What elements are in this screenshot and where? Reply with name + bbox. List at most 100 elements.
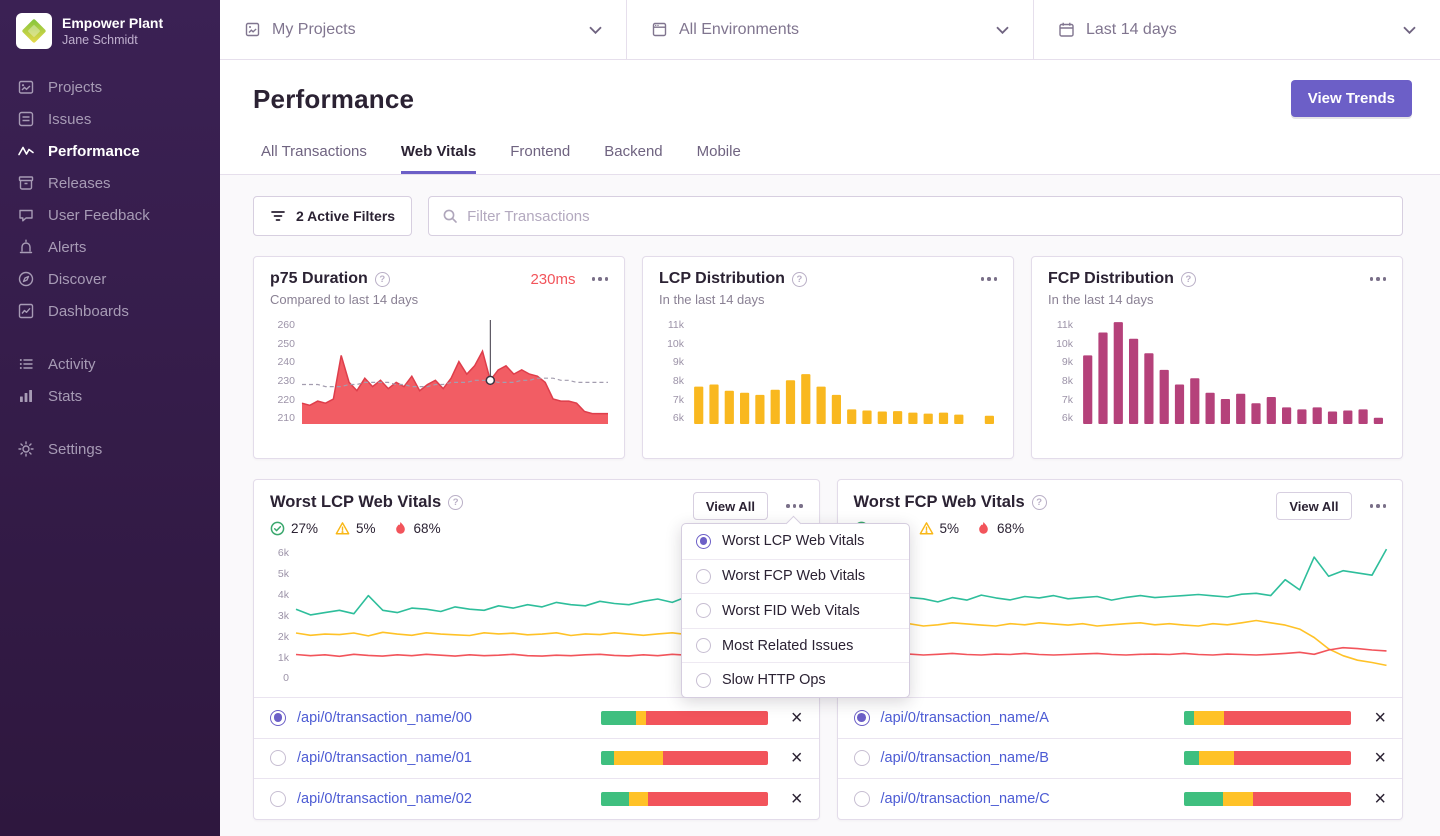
filter-icon	[270, 208, 286, 224]
stats-icon	[17, 387, 35, 405]
view-all-button[interactable]: View All	[1276, 492, 1351, 520]
fire-icon	[393, 521, 408, 536]
search-icon	[442, 208, 458, 224]
nav-label: Projects	[48, 79, 102, 96]
help-icon[interactable]: ?	[792, 272, 807, 287]
row-radio[interactable]	[854, 710, 870, 726]
row-radio[interactable]	[854, 750, 870, 766]
row-radio[interactable]	[270, 710, 286, 726]
performance-icon	[17, 142, 35, 160]
card-menu-icon[interactable]	[786, 500, 803, 512]
row-radio[interactable]	[854, 791, 870, 807]
vitals-distribution-bar	[601, 711, 768, 725]
fcp-distribution-card: FCP Distribution ? In the last 14 days 1…	[1031, 256, 1403, 459]
tab-frontend[interactable]: Frontend	[510, 143, 570, 174]
table-row: /api/0/transaction_name/A ×	[838, 697, 1403, 738]
alerts-icon	[17, 238, 35, 256]
filter-row: 2 Active Filters	[253, 196, 1403, 236]
date-range-selector[interactable]: Last 14 days	[1033, 0, 1440, 59]
releases-icon	[17, 174, 35, 192]
transaction-link[interactable]: /api/0/transaction_name/A	[881, 710, 1049, 726]
sidebar-item-releases[interactable]: Releases	[0, 167, 220, 199]
card-title: FCP Distribution	[1048, 270, 1174, 288]
close-icon[interactable]: ×	[1374, 789, 1386, 809]
warning-triangle-icon	[919, 521, 934, 536]
view-all-button[interactable]: View All	[693, 492, 768, 520]
sidebar-nav: Projects Issues Performance Releases Use…	[0, 71, 220, 465]
menu-item-worst-fcp[interactable]: Worst FCP Web Vitals	[682, 559, 909, 594]
tab-web-vitals[interactable]: Web Vitals	[401, 143, 476, 174]
help-icon[interactable]: ?	[448, 495, 463, 510]
org-switcher[interactable]: Empower Plant Jane Schmidt	[0, 0, 220, 59]
menu-radio	[696, 638, 711, 653]
sidebar-item-user-feedback[interactable]: User Feedback	[0, 199, 220, 231]
page-title: Performance	[253, 84, 1412, 115]
transaction-link[interactable]: /api/0/transaction_name/B	[881, 750, 1049, 766]
sidebar-item-settings[interactable]: Settings	[0, 433, 220, 465]
close-icon[interactable]: ×	[791, 748, 803, 768]
menu-radio	[696, 673, 711, 688]
chevron-down-icon	[1403, 26, 1416, 34]
sidebar-item-dashboards[interactable]: Dashboards	[0, 295, 220, 327]
fcp-distribution-chart[interactable]	[1080, 320, 1386, 424]
transaction-link[interactable]: /api/0/transaction_name/C	[881, 791, 1050, 807]
transaction-link[interactable]: /api/0/transaction_name/01	[297, 750, 472, 766]
menu-item-slow-http-ops[interactable]: Slow HTTP Ops	[682, 662, 909, 697]
menu-item-worst-lcp[interactable]: Worst LCP Web Vitals	[682, 524, 909, 559]
sidebar-item-activity[interactable]: Activity	[0, 348, 220, 380]
transaction-rows: /api/0/transaction_name/00 × /api/0/tran…	[254, 697, 819, 819]
chevron-down-icon	[996, 26, 1009, 34]
nav-label: Stats	[48, 388, 82, 405]
sidebar-item-performance[interactable]: Performance	[0, 135, 220, 167]
row-radio[interactable]	[270, 791, 286, 807]
environment-selector-label: All Environments	[679, 21, 799, 39]
row-radio[interactable]	[270, 750, 286, 766]
sidebar-item-alerts[interactable]: Alerts	[0, 231, 220, 263]
tab-backend[interactable]: Backend	[604, 143, 662, 174]
transaction-link[interactable]: /api/0/transaction_name/02	[297, 791, 472, 807]
close-icon[interactable]: ×	[1374, 708, 1386, 728]
nav-label: Discover	[48, 271, 106, 288]
help-icon[interactable]: ?	[375, 272, 390, 287]
nav-label: Settings	[48, 441, 102, 458]
active-filters-button[interactable]: 2 Active Filters	[253, 196, 412, 236]
meh-stat: 5%	[335, 521, 376, 536]
page-header: Performance View Trends All Transactions…	[220, 60, 1440, 175]
menu-radio	[696, 534, 711, 549]
sidebar-item-stats[interactable]: Stats	[0, 380, 220, 412]
help-icon[interactable]: ?	[1032, 495, 1047, 510]
sidebar-item-discover[interactable]: Discover	[0, 263, 220, 295]
menu-radio	[696, 603, 711, 618]
close-icon[interactable]: ×	[791, 708, 803, 728]
menu-item-worst-fid[interactable]: Worst FID Web Vitals	[682, 593, 909, 628]
tab-all-transactions[interactable]: All Transactions	[261, 143, 367, 174]
menu-item-most-related-issues[interactable]: Most Related Issues	[682, 628, 909, 663]
transaction-link[interactable]: /api/0/transaction_name/00	[297, 710, 472, 726]
sidebar-item-issues[interactable]: Issues	[0, 103, 220, 135]
search-input[interactable]	[467, 208, 1389, 225]
vitals-summary-row: p75 Duration ? 230ms Compared to last 14…	[253, 256, 1403, 459]
help-icon[interactable]: ?	[1181, 272, 1196, 287]
close-icon[interactable]: ×	[791, 789, 803, 809]
lcp-distribution-chart[interactable]	[691, 320, 997, 424]
card-menu-icon[interactable]	[1370, 500, 1387, 512]
activity-icon	[17, 355, 35, 373]
vitals-distribution-bar	[1184, 792, 1351, 806]
project-selector[interactable]: My Projects	[220, 0, 626, 59]
projects-icon	[17, 78, 35, 96]
table-row: /api/0/transaction_name/00 ×	[254, 697, 819, 738]
sidebar-item-projects[interactable]: Projects	[0, 71, 220, 103]
card-menu-icon[interactable]	[1370, 273, 1387, 285]
menu-item-label: Worst LCP Web Vitals	[722, 533, 864, 549]
environment-selector[interactable]: All Environments	[626, 0, 1033, 59]
close-icon[interactable]: ×	[1374, 748, 1386, 768]
project-selector-icon	[244, 21, 261, 38]
card-menu-icon[interactable]	[592, 273, 609, 285]
worst-fcp-chart[interactable]	[880, 548, 1387, 684]
card-subtitle: Compared to last 14 days	[270, 292, 608, 307]
p75-duration-chart[interactable]	[302, 320, 608, 424]
card-menu-icon[interactable]	[981, 273, 998, 285]
view-trends-button[interactable]: View Trends	[1291, 80, 1412, 117]
tab-mobile[interactable]: Mobile	[697, 143, 741, 174]
lcp-distribution-card: LCP Distribution ? In the last 14 days 1…	[642, 256, 1014, 459]
